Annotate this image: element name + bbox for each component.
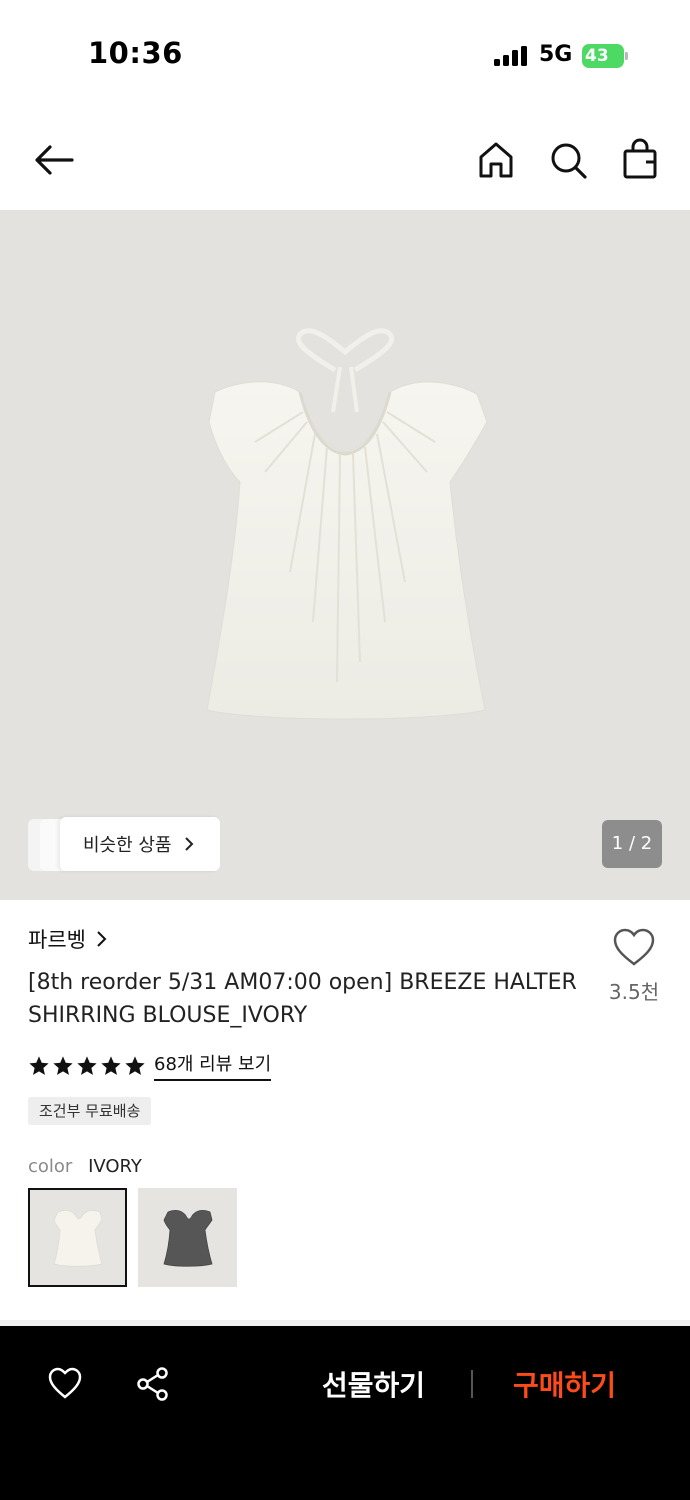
share-icon[interactable] <box>135 1366 171 1402</box>
bottom-action-bar: 선물하기 구매하기 <box>0 1326 690 1500</box>
search-icon[interactable] <box>546 138 590 182</box>
heart-icon <box>613 928 655 966</box>
color-value: IVORY <box>88 1156 142 1177</box>
brand-name: 파르벵 <box>28 928 86 952</box>
review-link[interactable]: 68개 리뷰 보기 <box>154 1050 272 1081</box>
similar-products-label-box: 비슷한 상품 <box>60 817 220 871</box>
status-bar: 10:36 5G 43 <box>0 0 690 110</box>
product-photo <box>206 328 488 720</box>
button-separator <box>471 1370 473 1398</box>
battery-icon: 43 <box>582 44 628 68</box>
swatch-thumbnail-charcoal <box>163 1209 213 1267</box>
top-nav <box>0 110 690 210</box>
battery-cap <box>625 52 628 60</box>
star-icon <box>53 1055 73 1075</box>
rating-stars <box>28 1055 146 1077</box>
cellular-signal-icon <box>494 46 527 66</box>
status-time: 10:36 <box>88 36 183 70</box>
brand-link[interactable]: 파르벵 <box>28 924 108 954</box>
like-button[interactable]: 3.5천 <box>600 928 668 1005</box>
rating-row: 68개 리뷰 보기 <box>28 1050 272 1081</box>
gift-button[interactable]: 선물하기 <box>322 1364 425 1404</box>
like-count: 3.5천 <box>608 980 660 1004</box>
battery-level: 43 <box>582 44 624 68</box>
star-icon <box>125 1055 145 1075</box>
buy-button[interactable]: 구매하기 <box>513 1364 616 1404</box>
star-icon <box>29 1055 49 1075</box>
back-arrow-icon[interactable] <box>32 138 76 182</box>
similar-products-label: 비슷한 상품 <box>83 835 172 856</box>
home-icon[interactable] <box>474 138 518 182</box>
image-pager-indicator: 1 / 2 <box>602 820 662 868</box>
heart-icon[interactable] <box>47 1366 83 1402</box>
similar-products-button[interactable]: 비슷한 상품 <box>28 817 220 871</box>
shipping-badge: 조건부 무료배송 <box>28 1097 152 1125</box>
color-swatch-ivory[interactable] <box>28 1188 127 1287</box>
chevron-right-icon <box>184 837 193 851</box>
product-image-carousel[interactable]: 비슷한 상품 1 / 2 <box>0 210 690 900</box>
color-label: color <box>28 1156 73 1177</box>
chevron-right-icon <box>97 931 107 947</box>
product-title: [8th reorder 5/31 AM07:00 open] BREEZE H… <box>28 970 577 1028</box>
star-icon <box>101 1055 121 1075</box>
network-type: 5G <box>539 42 573 67</box>
star-icon <box>77 1055 97 1075</box>
swatch-thumbnail-ivory <box>53 1209 103 1267</box>
color-swatch-charcoal[interactable] <box>138 1188 237 1287</box>
shopping-bag-icon[interactable] <box>618 138 662 182</box>
color-row: color IVORY <box>28 1156 142 1177</box>
